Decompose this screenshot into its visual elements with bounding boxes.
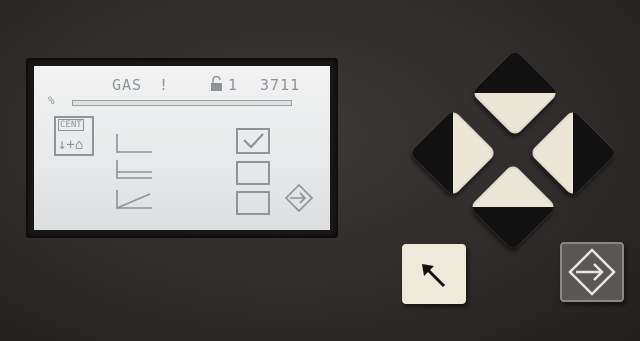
option-checkbox-flat[interactable] <box>236 128 270 154</box>
slope-profile-icon <box>116 190 152 209</box>
up-arrow-icon <box>471 49 559 137</box>
back-button[interactable] <box>402 244 466 304</box>
lock-icon <box>211 76 222 91</box>
enter-button[interactable] <box>560 242 624 302</box>
option-checkbox-double-flat[interactable] <box>236 161 270 185</box>
right-button[interactable] <box>529 109 617 197</box>
lock-count: 1 <box>228 76 239 94</box>
control-panel: GAS ! 1 3711 % CENT ↓+⌂ <box>0 0 640 341</box>
enter-icon <box>568 248 616 296</box>
enter-arrow-icon <box>284 183 314 213</box>
flat-profile-icon <box>116 134 152 153</box>
left-button[interactable] <box>409 109 497 197</box>
down-button[interactable] <box>469 163 557 251</box>
double-flat-profile-icon <box>116 160 152 179</box>
left-arrow-icon <box>409 109 497 197</box>
lcd-screen: GAS ! 1 3711 % CENT ↓+⌂ <box>34 66 330 230</box>
right-arrow-icon <box>529 109 617 197</box>
up-button[interactable] <box>471 49 559 137</box>
alert-mark: ! <box>159 76 170 94</box>
back-arrow-icon <box>422 264 446 288</box>
check-icon <box>243 133 264 149</box>
option-checkbox-slope[interactable] <box>236 191 270 215</box>
mode-tile: CENT ↓+⌂ <box>54 116 94 156</box>
level-bar <box>72 100 292 106</box>
mode-label: GAS <box>112 76 143 94</box>
level-bar-fill <box>73 101 291 105</box>
tile-symbols: ↓+⌂ <box>58 137 84 153</box>
tile-text: CENT <box>58 119 84 131</box>
status-code: 3711 <box>260 76 301 94</box>
down-arrow-icon <box>469 163 557 251</box>
percent-sign: % <box>48 94 56 107</box>
